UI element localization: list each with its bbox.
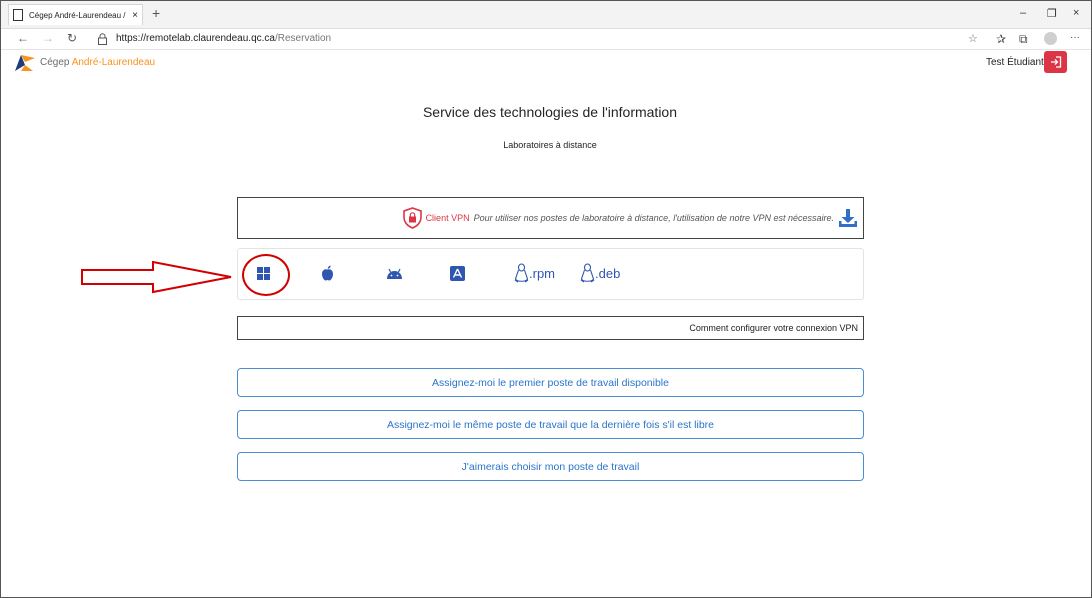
page-icon — [13, 9, 23, 21]
annotation-circle — [242, 254, 290, 296]
browser-window: Cégep André-Laurendeau / Labo × + – ❐ × … — [0, 0, 1092, 598]
cegep-logo[interactable] — [15, 54, 35, 71]
howto-text: Comment configurer votre connexion VPN — [689, 323, 858, 333]
linux-rpm-icon — [514, 263, 529, 283]
browser-tab[interactable]: Cégep André-Laurendeau / Labo × — [8, 4, 143, 25]
restore-button[interactable]: ❐ — [1047, 7, 1057, 20]
user-name: Test Étudiant — [986, 57, 1044, 68]
vpn-downloads-box: .rpm .deb — [237, 248, 864, 300]
logout-icon — [1050, 56, 1061, 68]
tab-close-icon[interactable]: × — [132, 10, 138, 21]
tab-strip: Cégep André-Laurendeau / Labo × + – ❐ × — [1, 1, 1091, 29]
choose-workstation-button[interactable]: J'aimerais choisir mon poste de travail — [237, 452, 864, 481]
vpn-howto-link[interactable]: Comment configurer votre connexion VPN — [237, 316, 864, 340]
app-store-icon — [450, 266, 465, 281]
new-tab-button[interactable]: + — [152, 5, 160, 21]
site-name-brand: André-Laurendeau — [71, 57, 156, 68]
assign-same-as-last-button[interactable]: Assignez-moi le même poste de travail qu… — [237, 410, 864, 439]
url-path: /Reservation — [274, 33, 332, 44]
collections-icon[interactable]: ⧉ — [1019, 32, 1028, 47]
url-base: https://remotelab.claurendeau.qc.ca — [116, 33, 275, 44]
apple-icon — [322, 265, 333, 281]
annotation-arrow-icon — [81, 261, 232, 294]
close-window-button[interactable]: × — [1073, 7, 1079, 19]
back-button[interactable]: ← — [17, 31, 29, 45]
site-header: Cégep André-Laurendeau Test Étudiant — [1, 50, 1091, 76]
more-menu-icon[interactable]: ··· — [1070, 32, 1080, 43]
download-linux-rpm[interactable]: .rpm — [514, 263, 555, 283]
rpm-label: .rpm — [529, 265, 555, 281]
site-name[interactable]: Cégep André-Laurendeau — [40, 57, 155, 68]
favorites-bar-icon[interactable]: ✰ — [996, 32, 1006, 46]
page-title: Service des technologies de l'informatio… — [422, 104, 678, 120]
logout-button[interactable] — [1044, 51, 1067, 73]
download-linux-deb[interactable]: .deb — [580, 263, 620, 283]
download-macos[interactable] — [321, 265, 334, 281]
vpn-description: Pour utiliser nos postes de laboratoire … — [473, 213, 834, 223]
address-bar: ← → ↻ https://remotelab.claurendeau.qc.c… — [1, 29, 1091, 50]
refresh-button[interactable]: ↻ — [67, 31, 77, 45]
linux-deb-icon — [580, 263, 595, 283]
assign-first-available-button[interactable]: Assignez-moi le premier poste de travail… — [237, 368, 864, 397]
forward-button[interactable]: → — [42, 31, 54, 45]
page-subtitle: Laboratoires à distance — [503, 140, 597, 150]
shield-lock-icon — [402, 207, 422, 229]
vpn-label: Client VPN — [425, 213, 470, 223]
url-field[interactable]: https://remotelab.claurendeau.qc.ca/Rese… — [116, 33, 331, 44]
download-ios[interactable] — [450, 266, 465, 281]
deb-label: .deb — [595, 265, 621, 281]
minimize-button[interactable]: – — [1020, 7, 1026, 19]
favorite-star-icon[interactable]: ☆ — [968, 32, 978, 45]
tab-title: Cégep André-Laurendeau / Labo — [29, 10, 128, 20]
vpn-info-box: Client VPN Pour utiliser nos postes de l… — [237, 197, 864, 239]
download-android[interactable] — [386, 268, 403, 279]
profile-avatar[interactable] — [1044, 32, 1057, 45]
lock-icon — [98, 33, 107, 45]
site-name-prefix: Cégep — [40, 57, 72, 68]
android-icon — [387, 268, 402, 279]
download-icon[interactable] — [838, 208, 858, 228]
